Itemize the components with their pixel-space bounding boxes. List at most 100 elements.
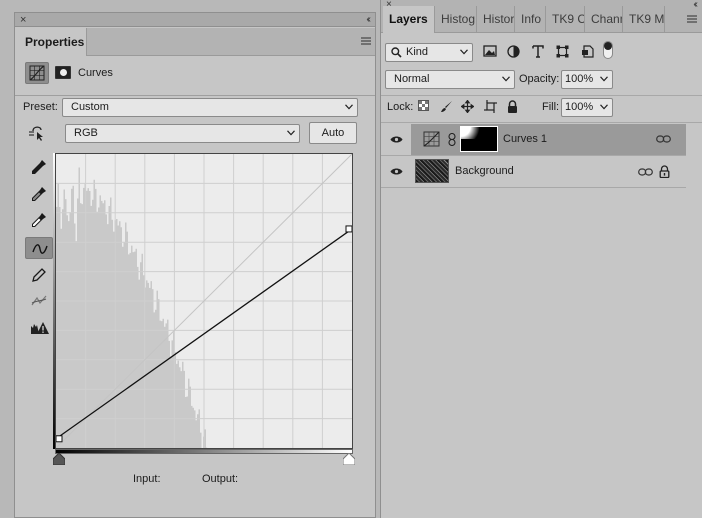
layer-name[interactable]: Background xyxy=(455,165,514,177)
properties-titlebar: × ‹‹ xyxy=(15,13,375,27)
curves-graph[interactable] xyxy=(55,153,353,449)
sample-gray-point-tool[interactable] xyxy=(25,183,53,205)
search-icon xyxy=(391,47,402,58)
blend-mode-value: Normal xyxy=(394,73,430,85)
background-thumbnail[interactable] xyxy=(415,159,449,183)
tab-label: TK9 C xyxy=(552,12,585,26)
tab-label: Histog xyxy=(441,12,476,26)
collapse-icon[interactable]: ‹‹ xyxy=(693,0,697,12)
curve-point-tool[interactable] xyxy=(25,237,53,259)
filter-smart-object-icon[interactable] xyxy=(581,45,594,58)
panel-menu-icon[interactable] xyxy=(687,14,697,24)
link-icon xyxy=(638,168,653,176)
pencil-icon xyxy=(32,268,46,282)
link-icon[interactable] xyxy=(448,133,456,146)
filter-shape-icon[interactable] xyxy=(556,45,569,58)
filter-pixel-icon[interactable] xyxy=(483,45,497,57)
layer-mask-icon[interactable] xyxy=(55,66,71,79)
header-divider xyxy=(15,95,375,96)
layer-name[interactable]: Curves 1 xyxy=(503,133,547,145)
filter-kind-select[interactable]: Kind xyxy=(385,43,473,62)
clipping-warning-tool[interactable] xyxy=(25,317,53,339)
histogram xyxy=(56,167,208,448)
fill-value: 100% xyxy=(565,101,594,113)
tab-properties[interactable]: Properties xyxy=(15,28,87,56)
layers-tabbar: × ‹‹ Layers Histog Histor Info TK9 C Cha… xyxy=(381,0,702,33)
divider xyxy=(381,187,686,188)
tab-label: TK9 M xyxy=(629,12,665,26)
layers-panel: × ‹‹ Layers Histog Histor Info TK9 C Cha… xyxy=(380,0,702,518)
auto-button[interactable]: Auto xyxy=(309,122,357,144)
lock-all-icon[interactable] xyxy=(507,100,518,113)
layer-row-curves-1[interactable]: Curves 1 xyxy=(411,124,686,155)
chevron-down-icon xyxy=(345,104,353,110)
filter-toggle[interactable] xyxy=(603,41,613,59)
tab-tk9-c[interactable]: TK9 C xyxy=(546,6,585,33)
eyedropper-black-icon xyxy=(32,160,46,174)
tab-channels[interactable]: Chann xyxy=(585,6,623,33)
lock-icon[interactable] xyxy=(659,165,670,178)
curves-adjustment-icon[interactable] xyxy=(25,62,49,84)
sample-black-point-tool[interactable] xyxy=(25,156,53,178)
chevron-down-icon xyxy=(600,104,608,110)
layer-mask-thumbnail[interactable] xyxy=(460,126,498,152)
histogram-shape xyxy=(56,167,208,448)
close-icon[interactable]: × xyxy=(20,13,26,27)
lock-pixels-brush-icon[interactable] xyxy=(440,100,453,113)
panel-menu-icon[interactable] xyxy=(361,36,371,46)
properties-tabbar: Properties xyxy=(15,28,375,56)
sample-white-point-tool[interactable] xyxy=(25,209,53,231)
fill-input[interactable]: 100% xyxy=(561,98,613,117)
link-icon xyxy=(656,135,671,143)
tab-info[interactable]: Info xyxy=(515,6,546,33)
input-gradient-ramp xyxy=(55,449,353,454)
collapse-icon[interactable]: ‹‹ xyxy=(366,13,370,27)
adjustment-title: Curves xyxy=(78,67,113,79)
black-point-slider[interactable] xyxy=(53,453,65,465)
opacity-label: Opacity: xyxy=(519,73,560,85)
filter-adjustment-icon[interactable] xyxy=(507,45,520,58)
chevron-down-icon xyxy=(287,130,295,136)
white-point-slider[interactable] xyxy=(343,453,355,465)
on-image-adjust-icon[interactable] xyxy=(27,123,49,143)
lock-artboard-icon[interactable] xyxy=(484,100,497,113)
smooth-icon xyxy=(31,295,47,306)
divider xyxy=(381,122,702,123)
visibility-eye-icon[interactable] xyxy=(390,135,403,144)
layer-row-background[interactable]: Background xyxy=(381,156,702,187)
lock-position-move-icon[interactable] xyxy=(461,100,474,113)
channel-select[interactable]: RGB xyxy=(65,124,300,143)
curve-control-point[interactable] xyxy=(345,225,352,233)
chevron-down-icon xyxy=(600,76,608,82)
pencil-tool[interactable] xyxy=(25,264,53,286)
chevron-down-icon xyxy=(502,76,510,82)
visibility-eye-icon[interactable] xyxy=(390,167,403,176)
eyedropper-white-icon xyxy=(32,213,46,227)
lock-label: Lock: xyxy=(387,101,414,113)
curves-adjustment-icon xyxy=(423,131,440,147)
clipping-warning-icon xyxy=(31,322,49,334)
preset-label: Preset: xyxy=(23,101,58,113)
chevron-down-icon xyxy=(460,49,468,55)
tab-label: Layers xyxy=(389,12,428,26)
tab-layers[interactable]: Layers xyxy=(383,6,435,33)
properties-panel: × ‹‹ Properties Curves Preset: Custom RG… xyxy=(14,12,376,518)
lock-transparency-icon[interactable] xyxy=(418,100,429,111)
opacity-value: 100% xyxy=(565,73,594,85)
tab-tk9-m[interactable]: TK9 M xyxy=(623,6,665,33)
tab-history[interactable]: Histor xyxy=(477,6,515,33)
opacity-input[interactable]: 100% xyxy=(561,70,613,89)
eyedropper-gray-icon xyxy=(32,187,46,201)
adjustment-header: Curves xyxy=(15,57,375,97)
curves-plot xyxy=(56,154,352,448)
mask-highlight xyxy=(461,127,481,139)
filter-type-icon[interactable] xyxy=(532,45,544,58)
toggle-knob xyxy=(604,42,612,50)
channel-value: RGB xyxy=(74,127,98,139)
input-label: Input: xyxy=(133,473,161,485)
smooth-curve-tool[interactable] xyxy=(25,290,53,312)
preset-select[interactable]: Custom xyxy=(62,98,358,117)
curve-control-point[interactable] xyxy=(56,435,63,443)
blend-mode-select[interactable]: Normal xyxy=(385,70,515,89)
tab-histogram[interactable]: Histog xyxy=(435,6,477,33)
